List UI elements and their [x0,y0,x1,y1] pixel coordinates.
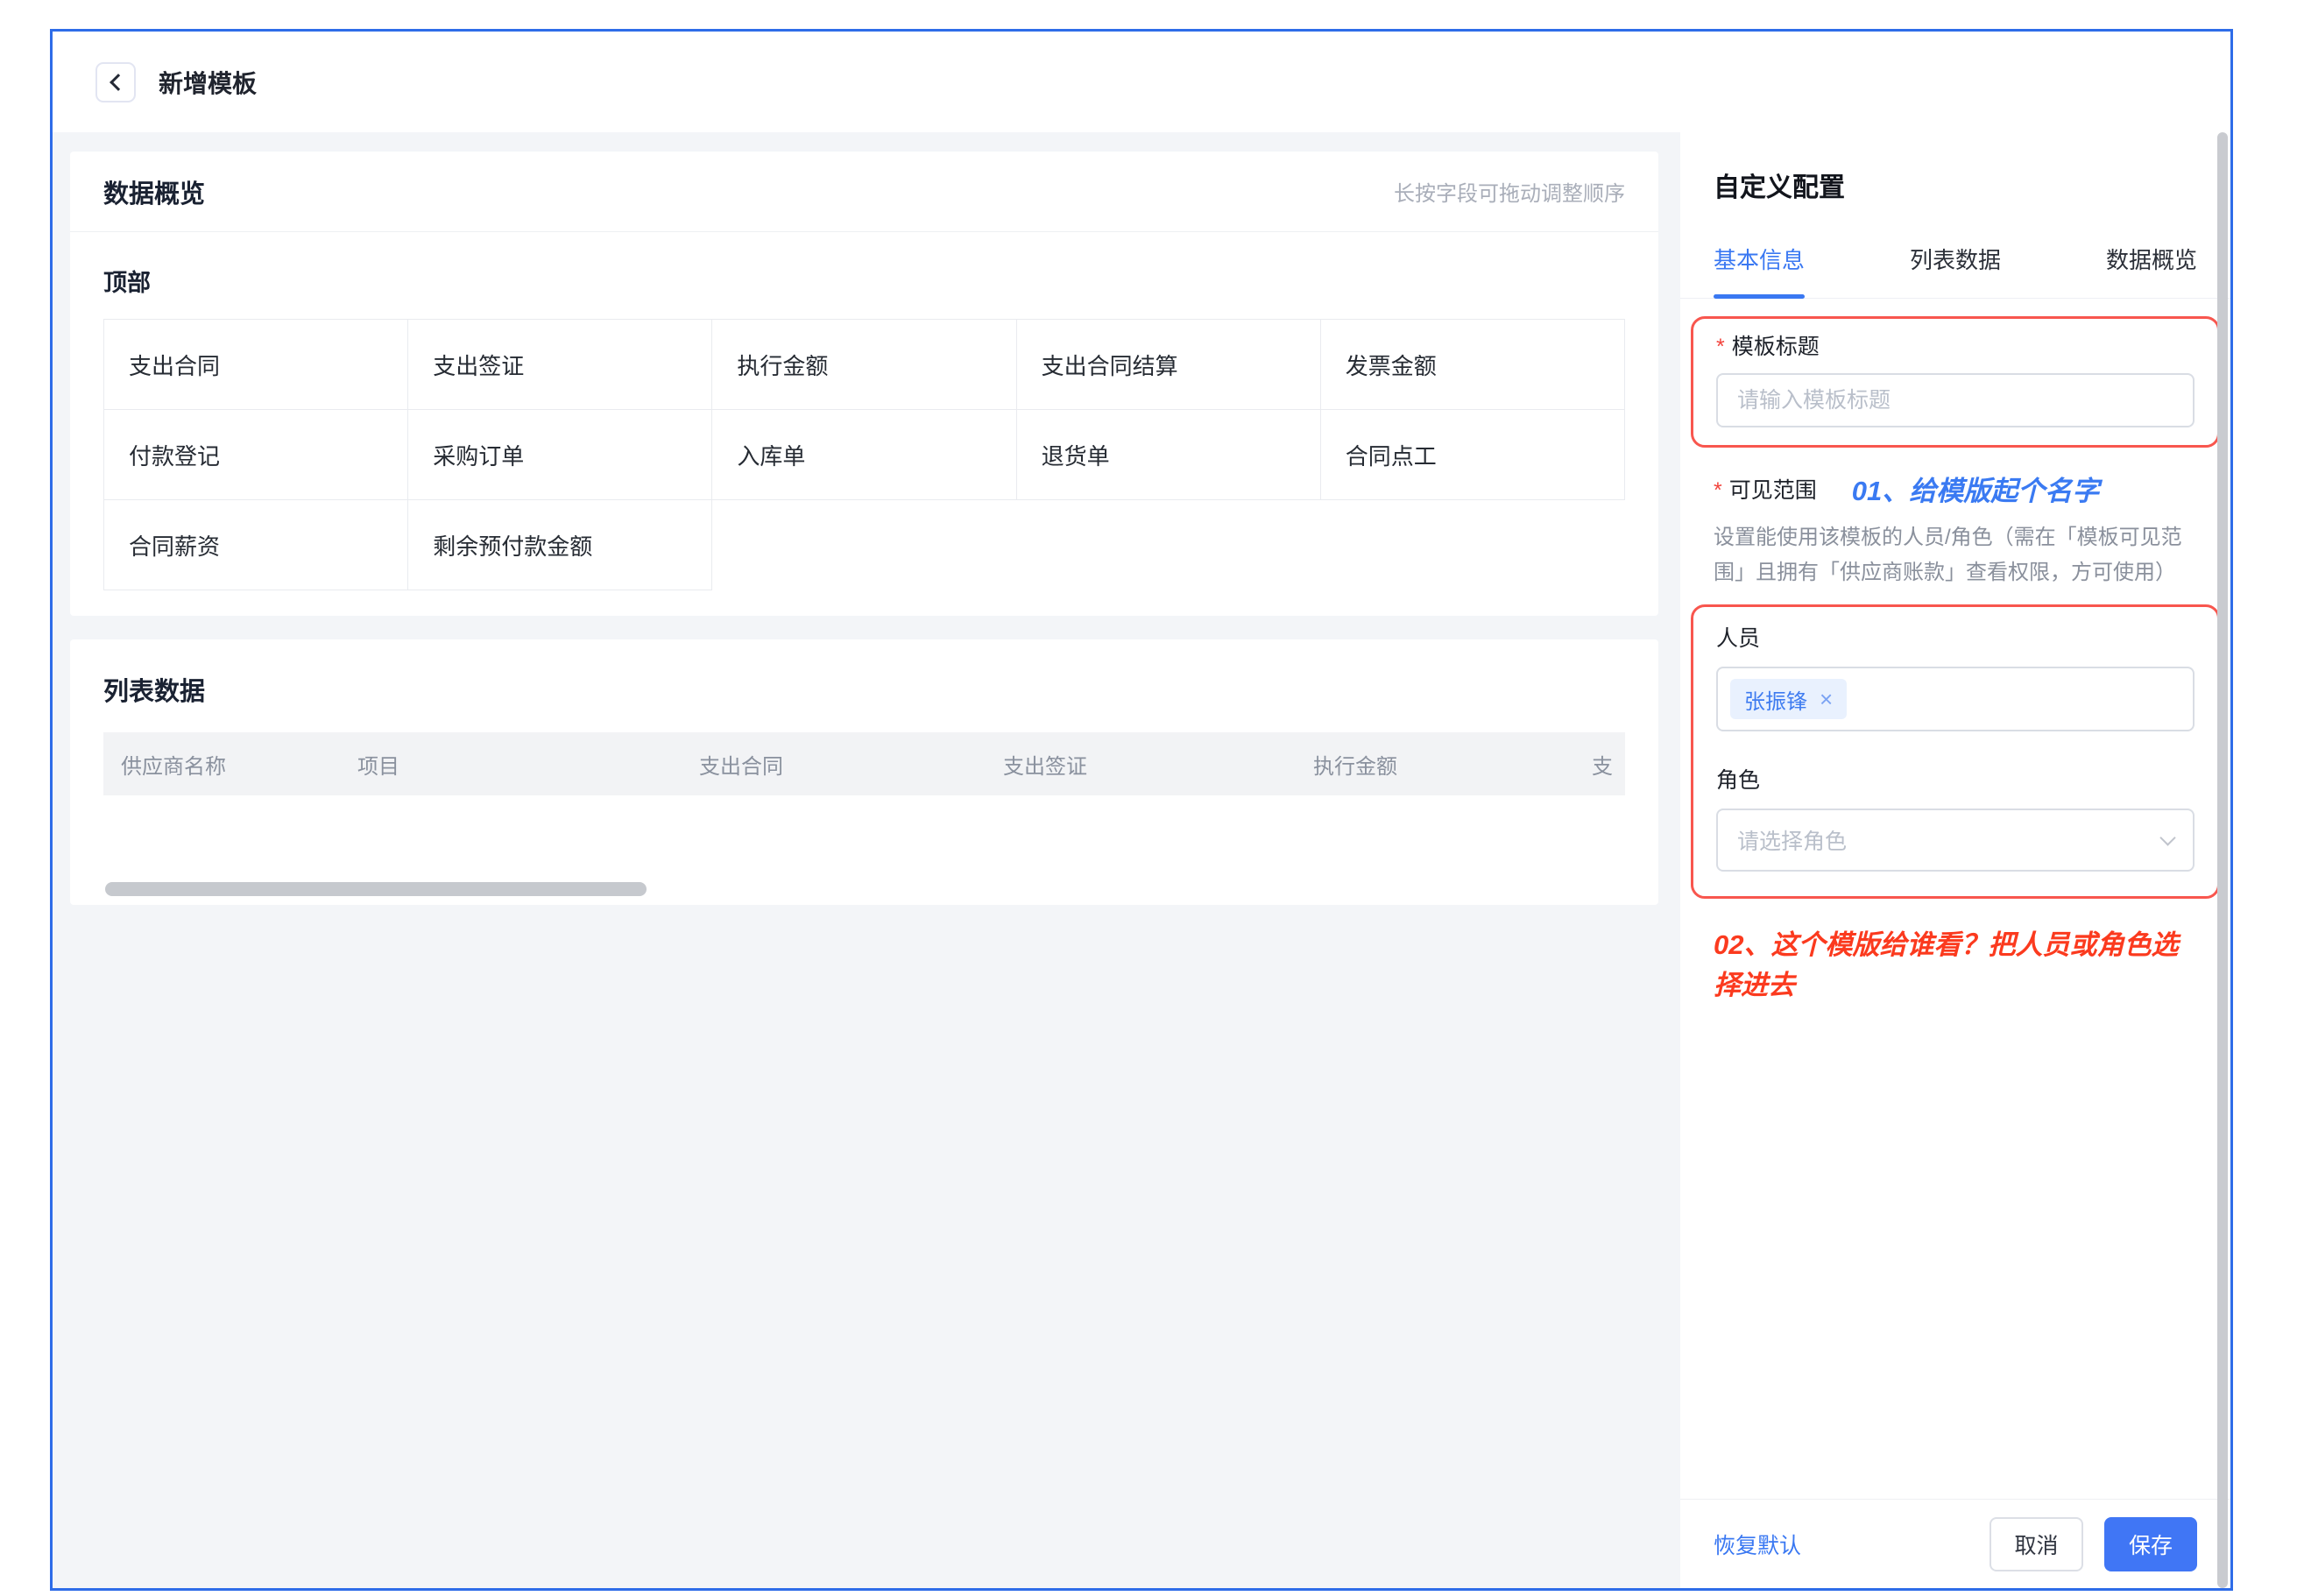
column-header: 项目 [340,749,682,780]
field-cell[interactable]: 退货单 [1017,410,1321,500]
column-header: 供应商名称 [103,749,340,780]
column-header: 支出合同 [682,749,986,780]
visible-range-row: * 可见范围 01、给模版起个名字 [1714,469,2197,508]
visible-range-label-row: * 可见范围 [1714,473,1817,505]
field-cell[interactable]: 支出签证 [408,320,712,410]
cancel-button[interactable]: 取消 [1990,1517,2083,1571]
column-header: 执行金额 [1296,749,1574,780]
list-data-title: 列表数据 [70,639,1658,708]
person-select[interactable]: 张振锋 × [1716,667,2195,731]
tag-close-icon[interactable]: × [1820,688,1833,710]
data-overview-header: 数据概览 长按字段可拖动调整顺序 [70,152,1658,232]
column-header: 支出签证 [986,749,1296,780]
reset-default-link[interactable]: 恢复默认 [1714,1529,1801,1560]
config-title: 自定义配置 [1714,166,2197,204]
person-tag-name: 张振锋 [1744,684,1807,715]
sidebar-spacer [1714,1006,2197,1499]
person-label: 人员 [1716,621,2195,653]
content-area: 数据概览 长按字段可拖动调整顺序 顶部 支出合同 支出签证 执行金额 支出合同结… [53,132,2230,1588]
field-cell[interactable]: 入库单 [712,410,1016,500]
column-header-clipped: 支 [1574,749,1625,780]
list-table-header: 供应商名称 项目 支出合同 支出签证 执行金额 支 [103,732,1625,795]
field-cell[interactable]: 发票金额 [1321,320,1625,410]
list-data-card: 列表数据 供应商名称 项目 支出合同 支出签证 执行金额 支 [70,639,1658,905]
annotation-step2: 02、这个模版给谁看？把人员或角色选择进去 [1714,925,2197,1006]
visible-range-description: 设置能使用该模板的人员/角色（需在「模板可见范围」且拥有「供应商账款」查看权限，… [1714,520,2197,590]
data-overview-card: 数据概览 长按字段可拖动调整顺序 顶部 支出合同 支出签证 执行金额 支出合同结… [70,152,1658,616]
annotation-box-visible-range: 人员 张振锋 × 角色 请选择角色 [1691,604,2220,899]
field-cell[interactable]: 支出合同 [104,320,408,410]
sidebar-footer: 恢复默认 取消 保存 [1680,1499,2230,1588]
field-cell[interactable]: 合同点工 [1321,410,1625,500]
template-title-label-row: * 模板标题 [1716,329,2195,361]
save-button[interactable]: 保存 [2104,1517,2197,1571]
config-sidebar: 自定义配置 基本信息 列表数据 数据概览 * 模板标题 * 可见范围 [1680,132,2230,1588]
visible-range-label: 可见范围 [1729,478,1817,503]
role-select[interactable]: 请选择角色 [1716,809,2195,872]
template-title-label: 模板标题 [1732,335,1820,359]
role-label: 角色 [1716,763,2195,794]
required-asterisk: * [1716,335,1725,359]
data-overview-title: 数据概览 [103,173,205,210]
vertical-scrollbar[interactable] [2217,132,2228,1588]
required-asterisk: * [1714,478,1722,503]
person-tag[interactable]: 张振锋 × [1730,679,1847,719]
horizontal-scrollbar[interactable] [105,882,647,896]
config-tabs: 基本信息 列表数据 数据概览 [1680,243,2230,299]
field-cell[interactable]: 执行金额 [712,320,1016,410]
field-grid: 支出合同 支出签证 执行金额 支出合同结算 发票金额 付款登记 采购订单 入库单… [103,319,1625,590]
field-cell[interactable]: 付款登记 [104,410,408,500]
top-section-title: 顶部 [103,264,1625,298]
page-title: 新增模板 [159,65,257,100]
back-button[interactable] [95,62,136,102]
app-window: 新增模板 数据概览 长按字段可拖动调整顺序 顶部 支出合同 支出签证 [50,29,2233,1591]
tab-basic-info[interactable]: 基本信息 [1714,243,1805,298]
field-cell[interactable]: 合同薪资 [104,500,408,590]
field-cell[interactable]: 采购订单 [408,410,712,500]
template-title-input[interactable] [1716,373,2195,427]
top-bar: 新增模板 [53,32,2230,132]
tab-list-data[interactable]: 列表数据 [1910,243,2001,298]
chevron-left-icon [110,74,127,91]
field-cell[interactable]: 支出合同结算 [1017,320,1321,410]
screen: 新增模板 数据概览 长按字段可拖动调整顺序 顶部 支出合同 支出签证 [0,0,2297,1596]
chevron-down-icon [2159,830,2175,845]
drag-hint: 长按字段可拖动调整顺序 [1394,176,1625,207]
data-overview-body: 顶部 支出合同 支出签证 执行金额 支出合同结算 发票金额 付款登记 采购订单 … [70,264,1658,590]
role-placeholder: 请选择角色 [1737,824,1847,856]
tab-data-overview[interactable]: 数据概览 [2106,243,2197,298]
field-cell[interactable]: 剩余预付款金额 [408,500,712,590]
main-panel: 数据概览 长按字段可拖动调整顺序 顶部 支出合同 支出签证 执行金额 支出合同结… [53,132,1680,1588]
annotation-step1: 01、给模版起个名字 [1852,469,2099,508]
annotation-box-template-title: * 模板标题 [1691,316,2220,448]
